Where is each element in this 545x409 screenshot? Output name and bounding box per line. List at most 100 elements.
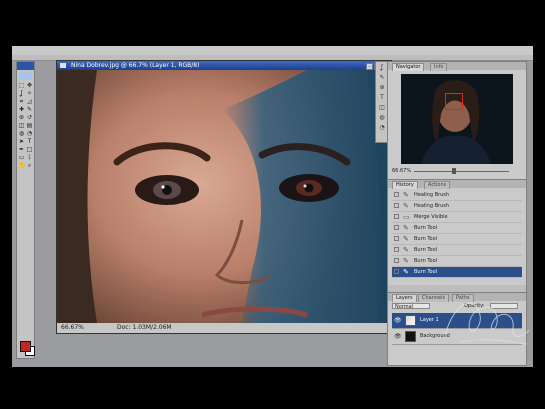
brush-icon: ✎	[403, 257, 409, 265]
history-source-checkbox[interactable]	[394, 225, 399, 230]
gradient-icon[interactable]: ▤	[26, 122, 33, 129]
tab-navigator[interactable]: Navigator	[392, 63, 425, 71]
tab-actions[interactable]: Actions	[424, 181, 451, 189]
dodge-icon[interactable]: ◔	[377, 123, 387, 132]
layer-thumbnail	[405, 315, 416, 326]
marquee-icon[interactable]: ⬚	[18, 82, 25, 89]
navigator-thumbnail[interactable]	[401, 74, 513, 164]
image-canvas[interactable]	[57, 70, 391, 323]
history-item[interactable]: ✎ Burn Tool	[392, 234, 522, 245]
zoom-readout[interactable]: 66.67%	[61, 323, 84, 333]
document-icon	[60, 63, 66, 68]
navigator-preview	[401, 74, 513, 164]
tab-paths[interactable]: Paths	[452, 294, 474, 302]
brush-icon: ✎	[403, 224, 409, 232]
tab-info[interactable]: Info	[430, 63, 448, 71]
history-item[interactable]: ▭ Merge Visible	[392, 212, 522, 223]
healing-brush-icon[interactable]: ✚	[18, 106, 25, 113]
brush-icon: ✎	[403, 191, 409, 199]
history-item[interactable]: ✎ Burn Tool	[392, 223, 522, 234]
type-icon[interactable]: T	[26, 138, 33, 145]
history-panel: History Actions ✎ Healing Brush ✎ Healing B…	[387, 179, 527, 293]
zoom-slider-knob[interactable]	[452, 168, 456, 174]
visibility-eye-icon[interactable]: 👁	[394, 333, 402, 340]
dodge-icon[interactable]: ◔	[26, 130, 33, 137]
history-item[interactable]: ✎ Burn Tool	[392, 256, 522, 267]
history-item-label: Burn Tool	[414, 247, 438, 253]
tab-channels[interactable]: Channels	[418, 294, 450, 302]
brush-icon[interactable]: ✎	[377, 73, 387, 82]
navigator-panel: Navigator Info 66.67%	[387, 61, 527, 180]
layer-row-layer-1[interactable]: 👁 Layer 1	[392, 313, 522, 329]
eraser-icon[interactable]: ◫	[377, 103, 387, 112]
minimize-button[interactable]: –	[366, 63, 373, 70]
history-tab-bar: History Actions	[388, 180, 526, 189]
document-size-info[interactable]: Doc: 1.03M/2.06M	[117, 323, 172, 333]
brush-icon[interactable]: ✎	[26, 106, 33, 113]
history-item-label: Burn Tool	[414, 225, 438, 231]
clone-stamp-icon[interactable]: ⊛	[377, 83, 387, 92]
tool-grid: ⬚ ✥ ʆ ✧ ⌗ ◿ ✚ ✎ ⊛ ↺ ◫ ▤ ◍ ◔ ➤ T ✒ □ ▭ ⟟ ✋ ⌕	[18, 82, 34, 169]
magic-wand-icon[interactable]: ✧	[26, 90, 33, 97]
history-list: ✎ Healing Brush ✎ Healing Brush ▭ Merge Visib…	[392, 190, 522, 278]
zoom-slider-track[interactable]	[414, 171, 509, 172]
brush-icon: ✎	[403, 246, 409, 254]
text-icon[interactable]: T	[377, 93, 387, 102]
blur-icon[interactable]: ◍	[18, 130, 25, 137]
history-footer	[388, 285, 526, 292]
history-item[interactable]: ✎ Burn Tool	[392, 245, 522, 256]
navigator-zoom-value[interactable]: 66.67%	[392, 168, 411, 174]
history-source-checkbox[interactable]	[394, 214, 399, 219]
pen-icon[interactable]: ✒	[18, 146, 25, 153]
portrait-photo	[57, 70, 391, 323]
navigator-view-frame[interactable]	[445, 93, 463, 110]
layer-thumbnail	[405, 331, 416, 342]
slice-icon[interactable]: ◿	[26, 98, 33, 105]
path-select-icon[interactable]: ➤	[18, 138, 25, 145]
notes-icon[interactable]: ▭	[18, 154, 25, 161]
shape-icon[interactable]: □	[26, 146, 33, 153]
toolbox: ⬚ ✥ ʆ ✧ ⌗ ◿ ✚ ✎ ⊛ ↺ ◫ ▤ ◍ ◔ ➤ T ✒ □ ▭ ⟟ ✋ ⌕	[16, 61, 35, 359]
opacity-field[interactable]	[490, 303, 518, 309]
move-icon[interactable]: ✥	[26, 82, 33, 89]
layers-panel: Layers Channels Paths Normal Opacity: 👁 …	[387, 292, 527, 366]
history-item[interactable]: ✎ Healing Brush	[392, 190, 522, 201]
history-item-label: Merge Visible	[414, 214, 448, 220]
clone-stamp-icon[interactable]: ⊛	[18, 114, 25, 121]
history-source-checkbox[interactable]	[394, 203, 399, 208]
history-item-label: Burn Tool	[414, 236, 438, 242]
zoom-icon[interactable]: ⌕	[26, 162, 33, 169]
history-source-checkbox[interactable]	[394, 247, 399, 252]
history-item-label: Burn Tool	[414, 269, 438, 275]
lasso-icon[interactable]: ʆ	[377, 63, 387, 72]
brush-icon: ✎	[403, 202, 409, 210]
adobe-logo[interactable]	[19, 72, 32, 80]
tab-history[interactable]: History	[392, 181, 418, 189]
hand-icon[interactable]: ✋	[18, 162, 25, 169]
history-brush-icon[interactable]: ↺	[26, 114, 33, 121]
blur-icon[interactable]: ◍	[377, 113, 387, 122]
crop-icon[interactable]: ⌗	[18, 98, 25, 105]
history-source-checkbox[interactable]	[394, 258, 399, 263]
foreground-color-swatch[interactable]	[20, 341, 31, 352]
tab-layers[interactable]: Layers	[392, 294, 417, 302]
photoshop-workspace: ⬚ ✥ ʆ ✧ ⌗ ◿ ✚ ✎ ⊛ ↺ ◫ ▤ ◍ ◔ ➤ T ✒ □ ▭ ⟟ ✋ ⌕ Nina Dobrev.jpg @…	[12, 46, 533, 367]
blend-mode-select[interactable]: Normal	[392, 303, 430, 310]
opacity-label: Opacity:	[464, 303, 485, 309]
history-item[interactable]: ✎ Healing Brush	[392, 201, 522, 212]
eyedropper-icon[interactable]: ⟟	[26, 154, 33, 161]
document-title-bar[interactable]: Nina Dobrev.jpg @ 66.7% (Layer 1, RGB/8)…	[57, 61, 391, 70]
history-source-checkbox[interactable]	[394, 269, 399, 274]
history-item[interactable]: ✎ Burn Tool	[392, 267, 522, 278]
layer-name: Background	[420, 333, 450, 339]
history-source-checkbox[interactable]	[394, 192, 399, 197]
history-item-label: Healing Brush	[414, 203, 450, 209]
layer-name: Layer 1	[420, 317, 439, 323]
eraser-icon[interactable]: ◫	[18, 122, 25, 129]
history-source-checkbox[interactable]	[394, 236, 399, 241]
visibility-eye-icon[interactable]: 👁	[394, 317, 402, 324]
menu-bar	[12, 46, 533, 55]
lasso-icon[interactable]: ʆ	[18, 90, 25, 97]
toolbox-header	[17, 62, 34, 70]
layer-row-background[interactable]: 👁 Background	[392, 329, 522, 345]
